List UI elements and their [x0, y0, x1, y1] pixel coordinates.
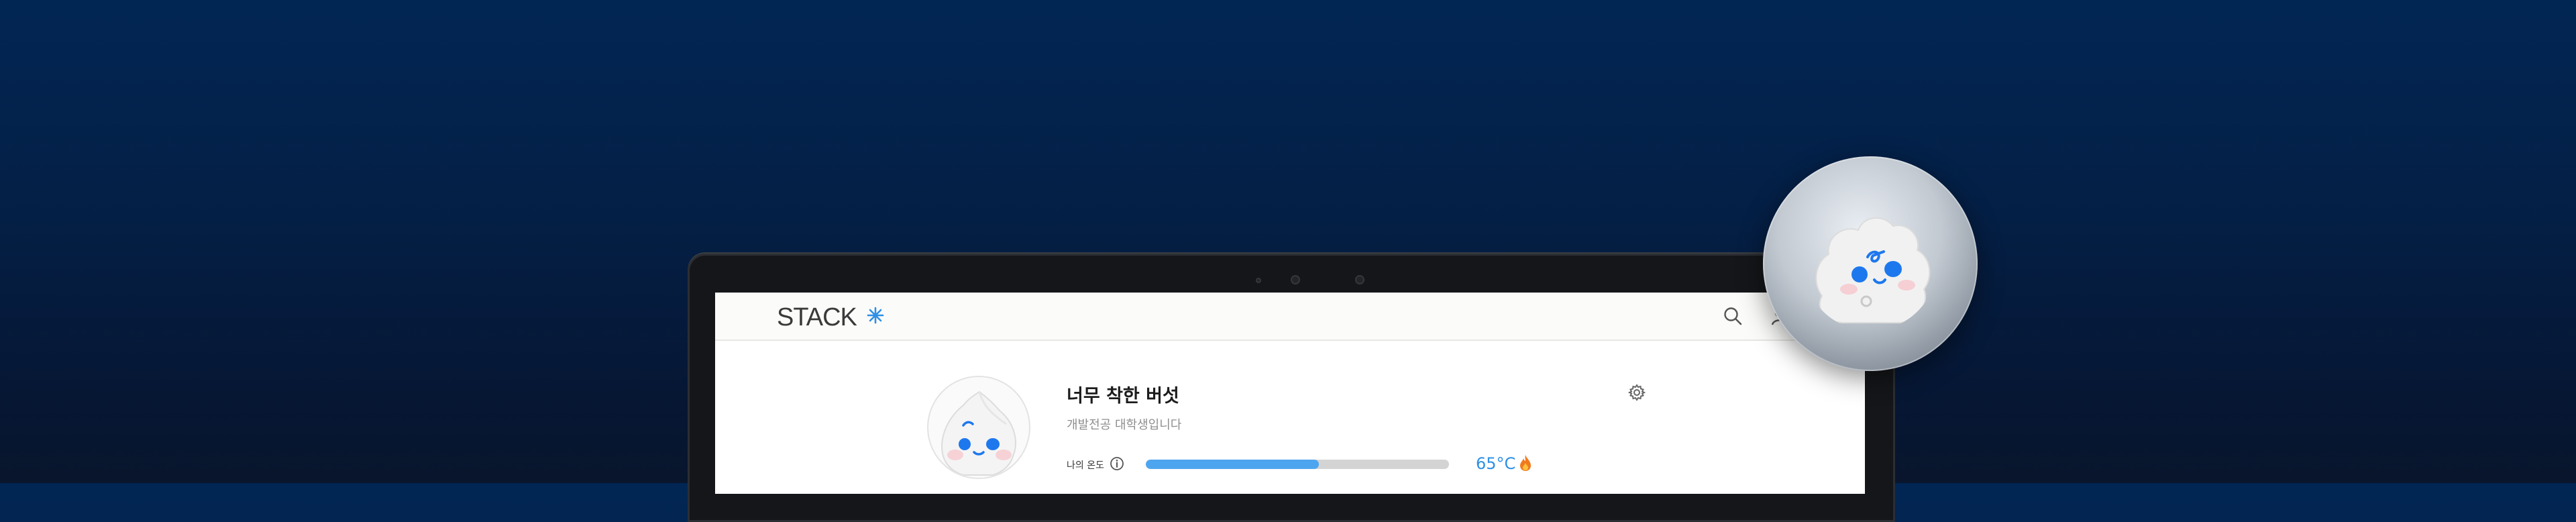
- character-badge: [1763, 156, 1978, 371]
- app-header: STACK: [715, 293, 1865, 341]
- app-screen: STACK 너무 착한 버섯 개발전공 대학생입니다 나의 온도 65°C: [715, 293, 1865, 494]
- profile-name: 너무 착한 버섯: [1067, 386, 1179, 407]
- avatar[interactable]: [927, 376, 1030, 479]
- search-icon[interactable]: [1723, 306, 1743, 326]
- cloud-character-icon: [1815, 217, 1931, 323]
- camera-dot-left: [1256, 278, 1261, 283]
- asterisk-star-icon: [867, 307, 884, 324]
- app-logo[interactable]: STACK: [777, 303, 857, 332]
- info-icon[interactable]: [1110, 456, 1124, 471]
- temperature-bar: [1146, 460, 1449, 469]
- gear-icon[interactable]: [1628, 384, 1646, 401]
- temperature-label: 나의 온도: [1067, 460, 1104, 471]
- temperature-value: 65°C: [1476, 454, 1516, 473]
- camera-lens: [1291, 275, 1300, 284]
- temperature-bar-fill: [1146, 460, 1319, 469]
- flame-icon: [1520, 455, 1531, 471]
- mushroom-character-icon: [941, 390, 1016, 476]
- profile-description: 개발전공 대학생입니다: [1067, 418, 1182, 432]
- camera-dot-right: [1355, 275, 1364, 284]
